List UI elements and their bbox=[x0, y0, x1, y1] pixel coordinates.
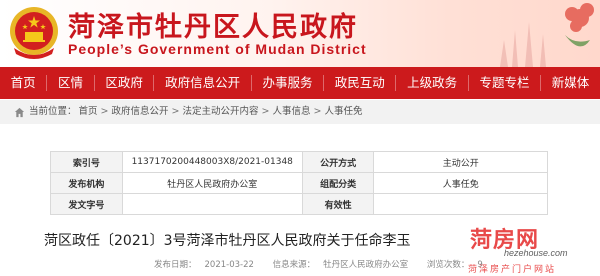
meta-key: 发文字号 bbox=[50, 193, 123, 215]
publish-date: 发布日期： 2021-03-22 bbox=[154, 260, 262, 270]
site-title: 菏泽市牡丹区人民政府 bbox=[68, 12, 358, 43]
meta-value bbox=[373, 193, 548, 215]
peony-decoration-icon bbox=[500, 3, 594, 67]
nav-item-special-topics[interactable]: 专题专栏 bbox=[469, 67, 540, 99]
site-subtitle: People’s Government of Mudan District bbox=[68, 41, 367, 57]
table-row: 索引号 1137170200448003X8/2021-01348 公开方式 主… bbox=[50, 151, 548, 173]
publish-date-value: 2021-03-22 bbox=[204, 260, 254, 270]
watermark-url: hezehouse.com bbox=[504, 248, 568, 258]
info-source-label: 信息来源： bbox=[272, 260, 316, 270]
main-nav: 首页 区情 区政府 政府信息公开 办事服务 政民互动 上级政务 专题专栏 新媒体 bbox=[0, 67, 600, 99]
site-watermark: 菏房网 hezehouse.com 菏泽房产门户网站 bbox=[456, 222, 600, 276]
meta-value bbox=[121, 193, 303, 215]
breadcrumb-separator: > bbox=[261, 106, 270, 117]
national-emblem-icon bbox=[10, 7, 58, 59]
meta-value: 主动公开 bbox=[373, 151, 548, 173]
breadcrumb-separator: > bbox=[313, 106, 322, 117]
meta-key: 有效性 bbox=[301, 193, 375, 215]
nav-item-district-info[interactable]: 区情 bbox=[47, 67, 93, 99]
article-meta: 发布日期： 2021-03-22 信息来源： 牡丹区人民政府办公室 浏览次数： 9 bbox=[154, 258, 499, 270]
meta-key: 索引号 bbox=[50, 151, 123, 173]
breadcrumb-item[interactable]: 首页 bbox=[79, 100, 98, 124]
meta-key: 组配分类 bbox=[301, 172, 375, 194]
nav-item-superior-affairs[interactable]: 上级政务 bbox=[396, 67, 467, 99]
breadcrumb-separator: > bbox=[100, 106, 109, 117]
breadcrumb-item[interactable]: 政府信息公开 bbox=[112, 100, 169, 124]
nav-item-info-disclosure[interactable]: 政府信息公开 bbox=[154, 67, 250, 99]
breadcrumb-item[interactable]: 法定主动公开内容 bbox=[182, 100, 258, 124]
meta-value: 牡丹区人民政府办公室 bbox=[121, 172, 303, 194]
breadcrumb-label: 当前位置： bbox=[29, 106, 77, 117]
nav-item-district-government[interactable]: 区政府 bbox=[95, 67, 154, 99]
breadcrumb-separator: > bbox=[171, 106, 180, 117]
watermark-tagline: 菏泽房产门户网站 bbox=[468, 265, 557, 275]
publish-date-label: 发布日期： bbox=[154, 260, 197, 270]
meta-value: 人事任免 bbox=[373, 172, 548, 194]
home-icon bbox=[14, 107, 25, 117]
document-meta-table: 索引号 1137170200448003X8/2021-01348 公开方式 主… bbox=[50, 151, 548, 215]
meta-key: 公开方式 bbox=[301, 151, 375, 173]
table-row: 发布机构 牡丹区人民政府办公室 组配分类 人事任免 bbox=[50, 172, 548, 194]
nav-item-home[interactable]: 首页 bbox=[0, 67, 46, 99]
meta-key: 发布机构 bbox=[50, 172, 123, 194]
meta-value: 1137170200448003X8/2021-01348 bbox=[121, 151, 303, 173]
breadcrumb-item[interactable]: 人事任免 bbox=[324, 100, 362, 124]
nav-item-services[interactable]: 办事服务 bbox=[252, 67, 323, 99]
nav-item-interaction[interactable]: 政民互动 bbox=[324, 67, 395, 99]
info-source: 信息来源： 牡丹区人民政府办公室 bbox=[273, 260, 417, 270]
breadcrumb-item[interactable]: 人事信息 bbox=[272, 100, 310, 124]
site-header: 菏泽市牡丹区人民政府 People’s Government of Mudan … bbox=[0, 0, 600, 67]
table-row: 发文字号 有效性 bbox=[50, 193, 548, 215]
breadcrumb: 当前位置： 首页 > 政府信息公开 > 法定主动公开内容 > 人事信息 > 人事… bbox=[0, 100, 600, 124]
nav-item-new-media[interactable]: 新媒体 bbox=[541, 67, 600, 99]
info-source-value: 牡丹区人民政府办公室 bbox=[323, 260, 409, 270]
